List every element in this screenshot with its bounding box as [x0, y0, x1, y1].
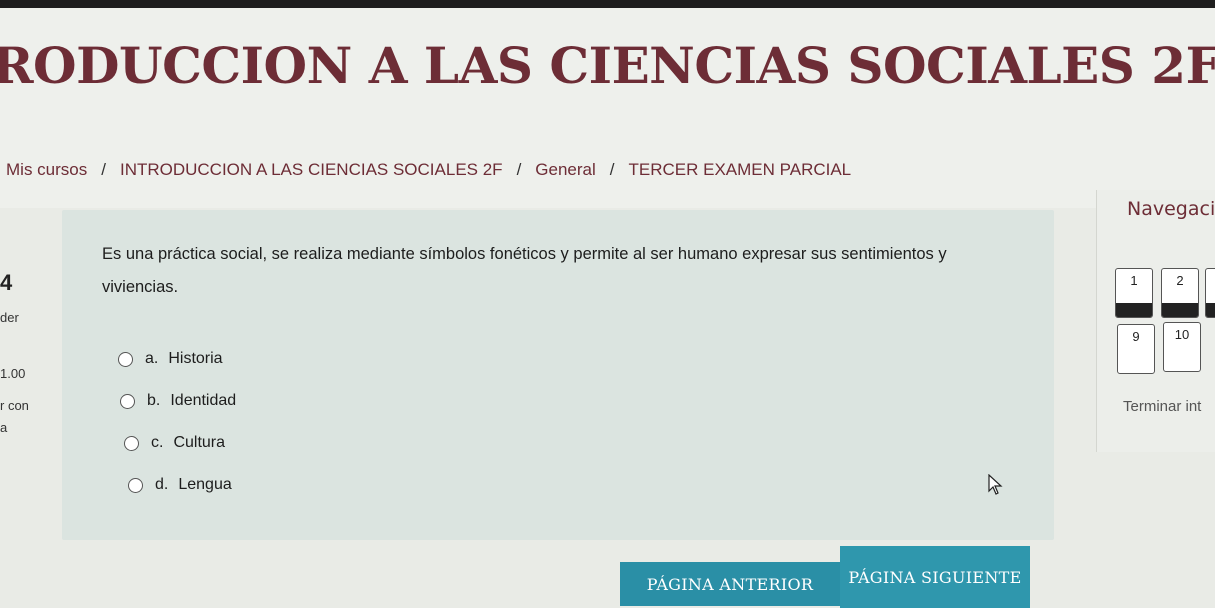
quiz-nav-question-9[interactable]: 9: [1117, 324, 1155, 374]
previous-page-button[interactable]: PÁGINA ANTERIOR: [620, 562, 840, 606]
quiz-nav-number: 1: [1130, 273, 1138, 288]
quiz-nav-number: 2: [1176, 273, 1184, 288]
answer-letter: a.: [145, 350, 159, 367]
breadcrumb: Mis cursos / INTRODUCCION A LAS CIENCIAS…: [6, 160, 851, 180]
mouse-pointer-icon: [988, 474, 1003, 495]
breadcrumb-exam[interactable]: TERCER EXAMEN PARCIAL: [629, 160, 852, 180]
answer-label: Cultura: [173, 434, 226, 451]
question-grade: 1.00: [0, 366, 26, 381]
quiz-navigation-title: Navegació: [1127, 198, 1215, 220]
page-header: RODUCCION A LAS CIENCIAS SOCIALES 2F Mis…: [0, 8, 1215, 208]
breadcrumb-separator: /: [101, 160, 106, 179]
answer-option-c[interactable]: c. Cultura: [124, 434, 225, 452]
quiz-nav-number: 9: [1132, 329, 1140, 344]
answered-indicator: [1162, 303, 1198, 317]
answer-letter: b.: [147, 392, 161, 409]
breadcrumb-mis-cursos[interactable]: Mis cursos: [6, 160, 87, 180]
finish-attempt-link[interactable]: Terminar int: [1123, 398, 1201, 415]
quiz-nav-question-10[interactable]: 10: [1163, 322, 1201, 372]
next-page-button[interactable]: PÁGINA SIGUIENTE: [840, 546, 1030, 608]
answer-option-b[interactable]: b. Identidad: [120, 392, 236, 410]
breadcrumb-course[interactable]: INTRODUCCION A LAS CIENCIAS SOCIALES 2F: [120, 160, 503, 180]
answered-indicator: [1206, 303, 1215, 317]
answer-option-d[interactable]: d. Lengua: [128, 476, 232, 494]
question-number: 4: [0, 270, 13, 295]
breadcrumb-general[interactable]: General: [535, 160, 595, 180]
quiz-nav-question-3[interactable]: [1205, 268, 1215, 318]
answer-label: Identidad: [170, 392, 237, 409]
question-status: der: [0, 310, 19, 325]
course-title: RODUCCION A LAS CIENCIAS SOCIALES 2F: [0, 36, 1215, 95]
answer-letter: d.: [155, 476, 169, 493]
answered-indicator: [1116, 303, 1152, 317]
quiz-nav-question-1[interactable]: 1: [1115, 268, 1153, 318]
radio-button[interactable]: [128, 477, 143, 493]
breadcrumb-separator: /: [609, 160, 615, 179]
answer-label: Lengua: [178, 476, 232, 493]
question-text: Es una práctica social, se realiza media…: [102, 245, 947, 296]
radio-button[interactable]: [124, 435, 139, 451]
quiz-nav-question-2[interactable]: 2: [1161, 268, 1199, 318]
flag-question-link[interactable]: r con: [0, 398, 29, 413]
quiz-navigation-block: Navegació 1 2 9 10 Terminar int: [1096, 190, 1215, 452]
quiz-nav-number: 10: [1174, 327, 1190, 342]
answer-label: Historia: [168, 350, 223, 367]
radio-button[interactable]: [118, 351, 133, 367]
question-card: Es una práctica social, se realiza media…: [62, 210, 1054, 540]
answer-letter: c.: [151, 434, 164, 451]
breadcrumb-separator: /: [516, 160, 522, 179]
radio-button[interactable]: [120, 393, 135, 409]
flag-question-link-cont[interactable]: a: [0, 420, 7, 435]
top-bar: [0, 0, 1215, 8]
answer-option-a[interactable]: a. Historia: [118, 350, 223, 368]
